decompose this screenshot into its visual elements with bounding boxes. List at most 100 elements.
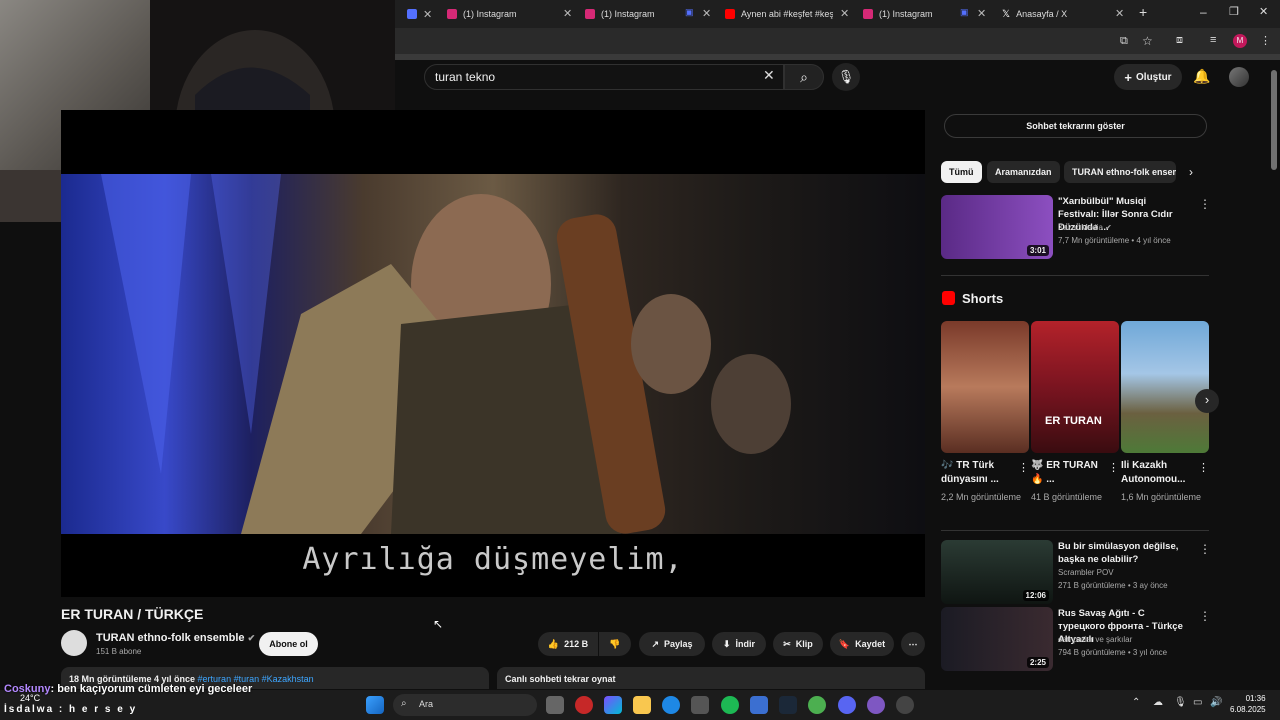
close-tab-icon[interactable]: ✕ [563, 7, 572, 20]
chevron-right-icon[interactable]: › [1189, 165, 1193, 179]
close-tab-icon[interactable]: ✕ [977, 7, 986, 20]
tab-3[interactable]: (1) Instagram [863, 4, 933, 24]
short-title[interactable]: 🎶 TR Türk dünyasını ... [941, 459, 1015, 487]
taskbar-search[interactable]: ⌕ Ara [393, 694, 537, 716]
video-thumbnail[interactable]: 12:06 [941, 540, 1053, 604]
subscribe-button[interactable]: Abone ol [259, 632, 318, 656]
account-avatar[interactable] [1229, 67, 1249, 87]
short-item[interactable]: 🎶 TR Türk dünyasını ... 2,2 Mn görüntüle… [941, 321, 1029, 504]
profile-avatar[interactable]: M [1233, 34, 1247, 48]
search-button[interactable]: ⌕ [784, 64, 824, 90]
short-item[interactable]: ER TURAN 🐺 ER TURAN 🔥 ... 41 B görüntüle… [1031, 321, 1119, 504]
extensions-icon[interactable]: ⧈ [1176, 34, 1183, 47]
short-title[interactable]: Ili Kazakh Autonomou... [1121, 459, 1195, 487]
close-tab-icon[interactable]: ✕ [840, 7, 849, 20]
thumbs-up-icon: 👍 [547, 638, 560, 649]
instagram-icon [863, 9, 873, 19]
tab-extra[interactable]: ✕ [407, 4, 432, 24]
bookmark-star-icon[interactable]: ☆ [1142, 34, 1153, 48]
share-button[interactable]: ↗ Paylaş [639, 632, 705, 656]
voice-search-button[interactable]: 🎙 [832, 63, 860, 91]
chip-all[interactable]: Tümü [941, 161, 982, 183]
share-icon: ↗ [651, 638, 659, 649]
app-icon[interactable] [896, 696, 914, 714]
chrome-icon[interactable] [808, 696, 826, 714]
channel-avatar[interactable] [61, 630, 87, 656]
related-video[interactable]: 2:25 Rus Savaş Ağıtı - С турецкого фронт… [941, 607, 1211, 671]
file-explorer-icon[interactable] [633, 696, 651, 714]
browser-menu-icon[interactable]: ⋮ [1260, 34, 1271, 47]
microphone-icon[interactable]: 🎙 [1174, 697, 1187, 708]
more-options-icon[interactable]: ⋮ [1108, 461, 1119, 474]
tab-0[interactable]: (1) Instagram [447, 4, 517, 24]
discord-icon[interactable] [838, 696, 856, 714]
store-icon[interactable] [691, 696, 709, 714]
tab-2[interactable]: Aynen abi #keşfet #keşfet [725, 4, 833, 24]
video-thumbnail[interactable]: 3:01 [941, 195, 1053, 259]
video-player[interactable]: Ayrılığa düşmeyelim, [61, 110, 925, 597]
tray-chevron-icon[interactable]: ⌃ [1132, 697, 1140, 708]
close-tab-icon[interactable]: ✕ [1115, 7, 1124, 20]
tab-4[interactable]: 𝕏 Anasayfa / X [1002, 4, 1067, 24]
video-thumbnail[interactable]: 2:25 [941, 607, 1053, 671]
spotify-icon[interactable] [721, 696, 739, 714]
more-actions-button[interactable]: ⋯ [901, 632, 925, 656]
search-input[interactable] [424, 64, 784, 90]
video-channel[interactable]: Scrambler POV [1058, 568, 1114, 577]
download-button[interactable]: ⬇ İndir [712, 632, 766, 656]
minimize-icon[interactable]: – [1200, 5, 1207, 19]
video-channel[interactable]: can patlar ve şarkılar [1058, 635, 1132, 644]
related-video[interactable]: 12:06 Bu bir simülasyon değilse, başka n… [941, 540, 1211, 604]
chip-channel[interactable]: TURAN ethno-folk ensemble [1064, 161, 1176, 183]
channel-name[interactable]: TURAN ethno-folk ensemble ✔ [96, 632, 255, 644]
cast-icon[interactable]: ⧉ [1120, 35, 1128, 48]
tab-1[interactable]: (1) Instagram [585, 4, 655, 24]
short-views: 1,6 Mn görüntüleme [1121, 492, 1202, 502]
short-thumbnail[interactable] [1121, 321, 1209, 453]
close-window-icon[interactable]: ✕ [1259, 5, 1268, 18]
short-item[interactable]: Ili Kazakh Autonomou... 1,6 Mn görüntüle… [1121, 321, 1209, 504]
scrollbar-thumb[interactable] [1271, 70, 1277, 170]
onedrive-icon[interactable]: ☁ [1153, 697, 1163, 708]
save-button[interactable]: 🔖 Kaydet [830, 632, 894, 656]
more-options-icon[interactable]: ⋮ [1199, 609, 1211, 623]
chip-from-search[interactable]: Aramanızdan [987, 161, 1060, 183]
shorts-next-chevron-icon[interactable]: › [1195, 389, 1219, 413]
more-options-icon[interactable]: ⋮ [1018, 461, 1029, 474]
chat-replay-panel[interactable]: Canlı sohbeti tekrar oynat [497, 667, 925, 689]
more-options-icon[interactable]: ⋮ [1198, 461, 1209, 474]
new-tab-icon[interactable]: + [1139, 4, 1147, 20]
network-icon[interactable]: ▭ [1193, 697, 1202, 708]
more-options-icon[interactable]: ⋮ [1199, 197, 1211, 211]
dislike-button[interactable]: 👎 [599, 632, 631, 656]
clear-search-icon[interactable]: ✕ [763, 67, 775, 84]
steam-icon[interactable] [779, 696, 797, 714]
more-options-icon[interactable]: ⋮ [1199, 542, 1211, 556]
app-icon[interactable] [575, 696, 593, 714]
video-title[interactable]: Bu bir simülasyon değilse, başka ne olab… [1058, 540, 1188, 566]
show-chat-replay-button[interactable]: Sohbet tekrarını göster [944, 114, 1207, 138]
clip-button[interactable]: ✂ Klip [773, 632, 823, 656]
close-tab-icon[interactable]: ✕ [423, 8, 432, 21]
app-icon[interactable] [750, 696, 768, 714]
task-view-icon[interactable] [546, 696, 564, 714]
like-button[interactable]: 👍 212 B [538, 632, 598, 656]
video-meta: 271 B görüntüleme • 3 ay önce [1058, 581, 1168, 590]
notifications-bell-icon[interactable]: 🔔 [1193, 68, 1210, 85]
video-channel[interactable]: Xazar Media ✔ [1058, 223, 1112, 232]
related-video[interactable]: 3:01 "Xarıbülbül" Musiqi Festivalı: İllə… [941, 195, 1211, 259]
create-button[interactable]: + Oluştur [1114, 64, 1182, 90]
tab-label: (1) Instagram [463, 9, 517, 19]
restore-icon[interactable]: ❐ [1229, 5, 1239, 18]
edge-icon[interactable] [662, 696, 680, 714]
obs-icon[interactable] [867, 696, 885, 714]
short-title[interactable]: 🐺 ER TURAN 🔥 ... [1031, 459, 1105, 487]
taskbar-clock[interactable]: 01:36 6.08.2025 [1230, 693, 1266, 715]
copilot-icon[interactable] [604, 696, 622, 714]
volume-icon[interactable]: 🔊 [1210, 697, 1222, 708]
short-thumbnail[interactable]: ER TURAN [1031, 321, 1119, 453]
windows-start-icon[interactable] [366, 696, 384, 714]
media-control-icon[interactable]: ≡ [1210, 34, 1216, 46]
short-thumbnail[interactable] [941, 321, 1029, 453]
close-tab-icon[interactable]: ✕ [702, 7, 711, 20]
